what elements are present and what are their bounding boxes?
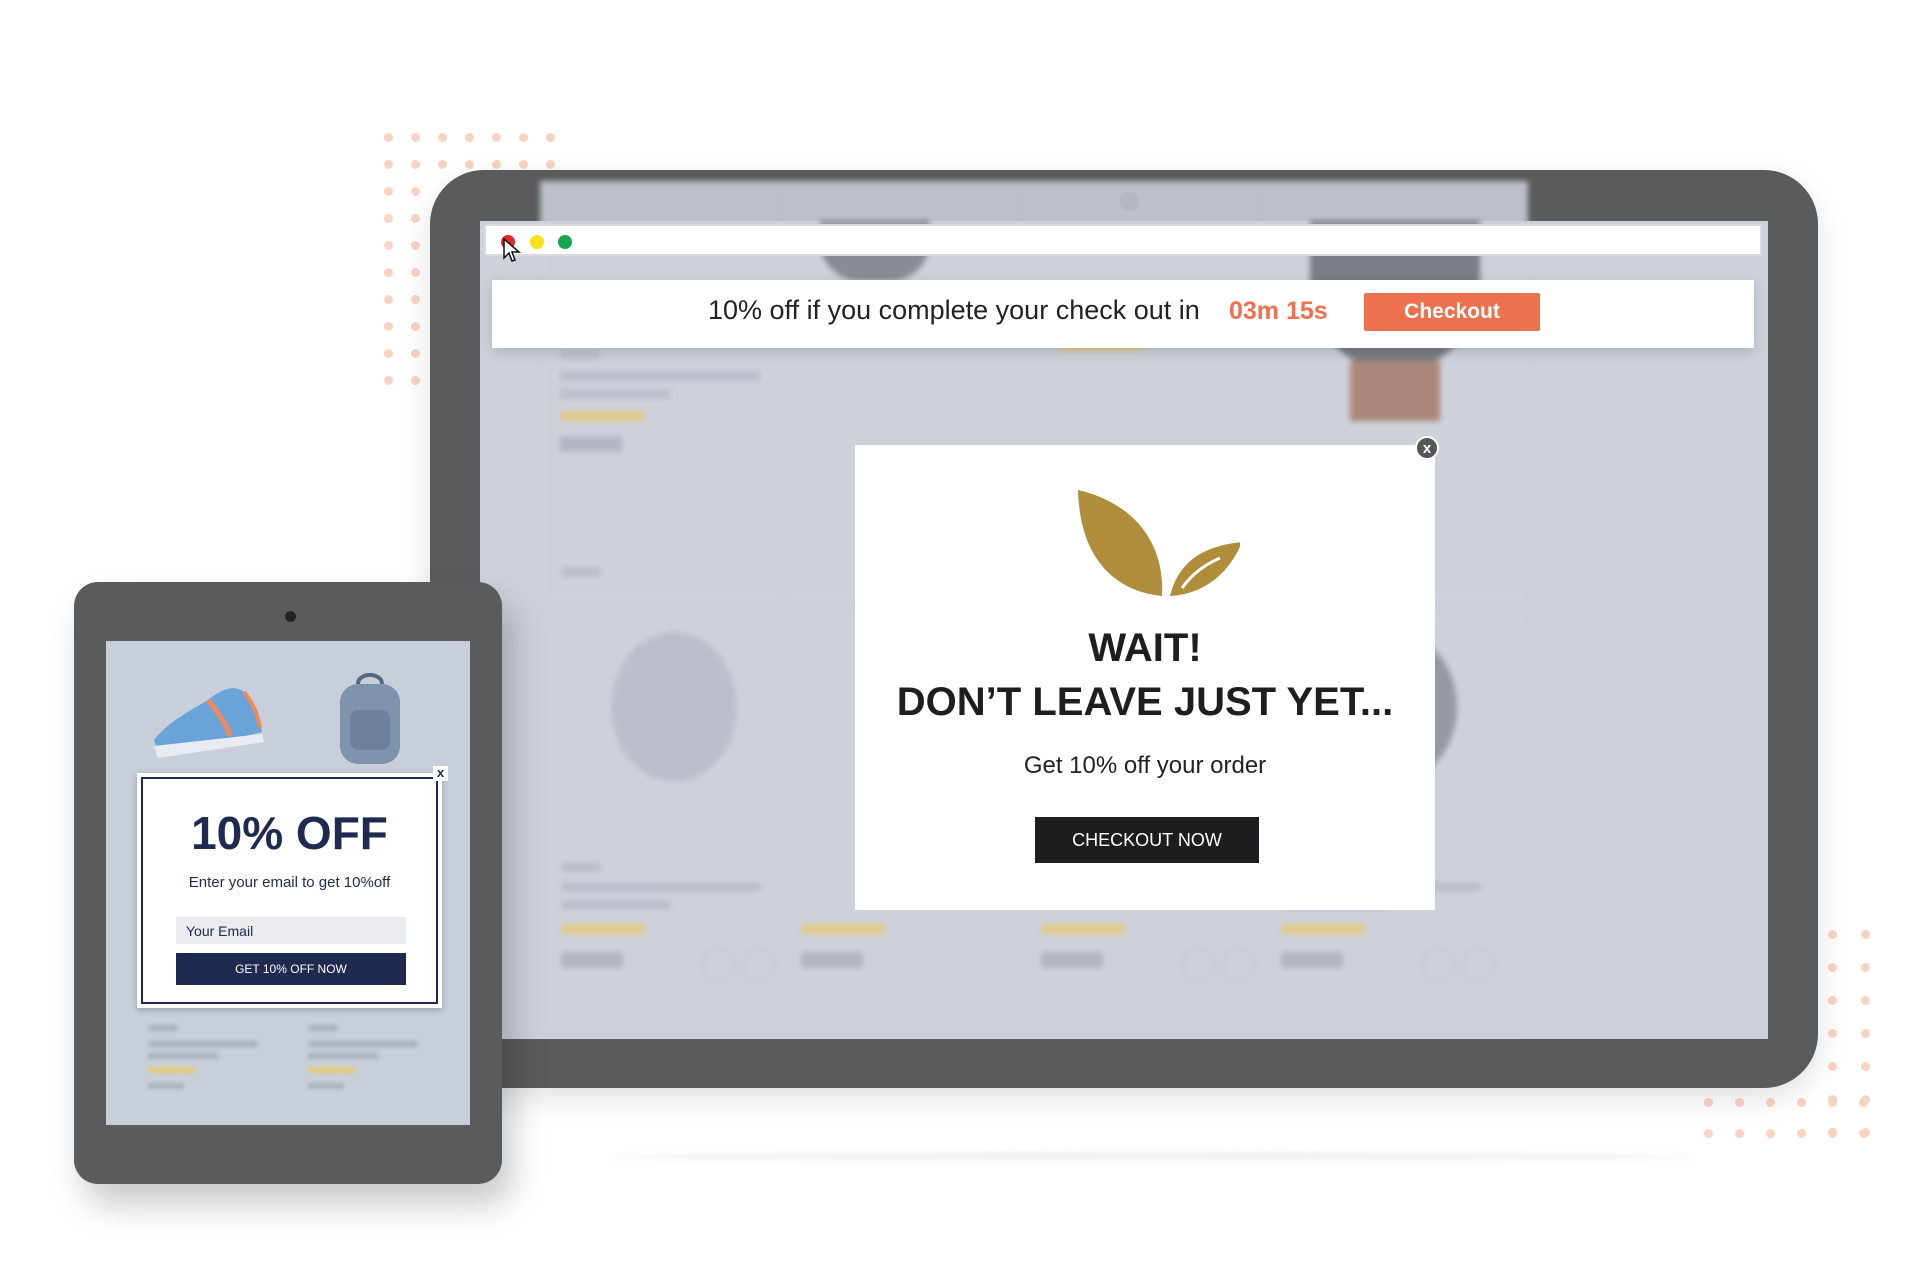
browser-address-bar[interactable]: [484, 224, 1762, 256]
decor-dot: [411, 241, 420, 250]
decor-dot: [1828, 930, 1837, 939]
decor-dot: [411, 268, 420, 277]
decor-dot: [519, 133, 528, 142]
decor-dot: [384, 241, 393, 250]
decor-dot: [1766, 1129, 1775, 1138]
tablet-popup-subtext: Enter your email to get 10%off: [188, 874, 391, 891]
decor-dot: [1828, 1062, 1837, 1071]
banner-message: 10% off if you complete your check out i…: [708, 295, 1200, 325]
decor-dot: [1861, 930, 1870, 939]
decor-dot: [465, 133, 474, 142]
decor-dot: [384, 133, 393, 142]
mouse-pointer-icon: [503, 238, 521, 262]
decor-dot: [411, 133, 420, 142]
minimize-dot[interactable]: [530, 235, 544, 249]
decor-dot: [384, 322, 393, 331]
decor-dot: [411, 322, 420, 331]
decor-dot: [1861, 1062, 1870, 1071]
decor-dot: [1797, 1098, 1806, 1107]
decor-dot: [1704, 1098, 1713, 1107]
popup-subtext: Get 10% off your order: [1023, 752, 1267, 779]
monitor-reflection: [610, 1152, 1695, 1162]
decor-dot: [384, 268, 393, 277]
tablet-camera: [285, 611, 296, 622]
decor-dot: [492, 133, 501, 142]
decor-dot: [384, 187, 393, 196]
decor-dot: [438, 160, 447, 169]
decor-dot: [384, 160, 393, 169]
countdown-timer: 03m 15s: [1229, 297, 1328, 325]
maximize-dot[interactable]: [558, 235, 572, 249]
decor-dot: [384, 376, 393, 385]
decor-dot: [1828, 1098, 1837, 1107]
checkout-button[interactable]: Checkout: [1364, 293, 1540, 331]
decor-dot: [1861, 1029, 1870, 1038]
popup-headline-dont-leave: DON’T LEAVE JUST YET...: [896, 680, 1394, 724]
decor-dot: [1704, 1129, 1713, 1138]
tablet-close-icon[interactable]: x: [433, 766, 448, 781]
backpack-product-image: [340, 673, 400, 764]
decor-dot: [1859, 1129, 1868, 1138]
decor-dot: [1828, 963, 1837, 972]
close-icon[interactable]: x: [1415, 436, 1439, 460]
decor-dot: [411, 349, 420, 358]
sneaker-product-image: [154, 688, 264, 758]
decor-dot: [411, 214, 420, 223]
decor-dot: [1859, 1098, 1868, 1107]
decor-dot: [1735, 1098, 1744, 1107]
decor-dot: [519, 160, 528, 169]
get-discount-button[interactable]: GET 10% OFF NOW: [176, 953, 406, 985]
tablet-popup-title: 10% OFF: [191, 807, 388, 859]
decor-dot: [384, 295, 393, 304]
decor-dot: [546, 160, 555, 169]
decor-dot: [465, 160, 474, 169]
email-input[interactable]: [176, 917, 406, 944]
decor-dot: [546, 133, 555, 142]
product-card: [540, 611, 808, 1033]
decor-dot: [411, 376, 420, 385]
decor-dot: [411, 295, 420, 304]
decor-dot: [1766, 1098, 1775, 1107]
checkout-now-button[interactable]: CHECKOUT NOW: [1035, 817, 1259, 863]
decor-dot: [1861, 996, 1870, 1005]
popup-headline-wait: WAIT!: [1088, 626, 1202, 670]
decor-dot: [411, 187, 420, 196]
decor-dot: [492, 160, 501, 169]
decor-dot: [1828, 1129, 1837, 1138]
decor-dot: [1828, 1029, 1837, 1038]
decor-dot: [1828, 996, 1837, 1005]
decor-dot: [438, 133, 447, 142]
decor-dot: [411, 160, 420, 169]
leaf-logo-icon: [1078, 490, 1240, 596]
decor-dot: [1797, 1129, 1806, 1138]
tablet-blurred-products: [148, 1025, 448, 1095]
decor-dot: [384, 349, 393, 358]
decor-dot: [1861, 963, 1870, 972]
decor-dot: [1735, 1129, 1744, 1138]
decor-dot: [384, 214, 393, 223]
